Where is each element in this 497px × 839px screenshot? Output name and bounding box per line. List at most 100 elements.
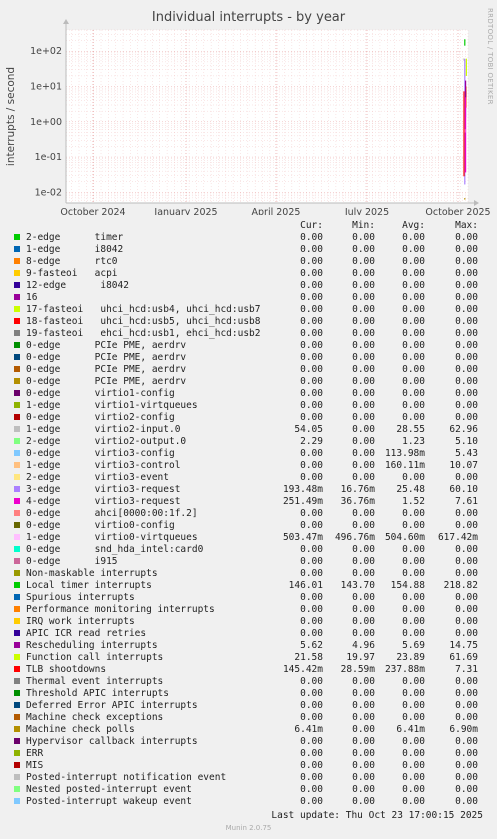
legend-row: 0-edge virtio1-config 0.00 0.00 0.00 0.00 <box>0 388 497 400</box>
legend-series-name: Deferred Error APIC interrupts <box>26 700 198 711</box>
legend-value-max: 0.00 <box>455 784 478 795</box>
legend-series-name: 19-fasteoi ehci_hcd:usb1, ehci_hcd:usb2 <box>26 328 261 339</box>
legend-row: 4-edge virtio3-request 251.49m 36.76m 1.52 7… <box>0 496 497 508</box>
legend-row: 0-edge PCIe PME, aerdrv 0.00 0.00 0.00 0.00 <box>0 340 497 352</box>
legend-value-cur: 0.00 <box>300 760 323 771</box>
legend-value-max: 0.00 <box>455 244 478 255</box>
legend-value-avg: 1.52 <box>402 496 425 507</box>
legend-value-max: 0.00 <box>455 472 478 483</box>
legend-row: 1-edge virtio3-control 0.00 0.00 160.11m 10.… <box>0 460 497 472</box>
x-tick-label: October 2024 <box>60 207 125 215</box>
legend-row: Machine check polls 6.41m 0.00 6.41m 6.90m <box>0 724 497 736</box>
legend-swatch <box>14 570 20 576</box>
legend-value-cur: 0.00 <box>300 616 323 627</box>
legend-value-avg: 0.00 <box>402 352 425 363</box>
legend-series-name: 1-edge virtio3-control <box>26 460 181 471</box>
legend-value-avg: 160.11m <box>384 460 425 471</box>
legend-series-name: 0-edge i915 <box>26 556 118 567</box>
legend-value-avg: 0.00 <box>402 472 425 483</box>
legend-swatch <box>14 498 20 504</box>
legend-value-avg: 0.00 <box>402 604 425 615</box>
legend-series-name: 0-edge snd_hda_intel:card0 <box>26 544 204 555</box>
legend-row: 0-edge virtio2-config 0.00 0.00 0.00 0.00 <box>0 412 497 424</box>
legend-swatch <box>14 354 20 360</box>
legend-swatch <box>14 270 20 276</box>
legend-value-cur: 0.00 <box>300 340 323 351</box>
legend-value-max: 5.43 <box>455 448 478 459</box>
legend-swatch <box>14 546 20 552</box>
legend-value-cur: 251.49m <box>282 496 323 507</box>
legend-swatch <box>14 258 20 264</box>
x-axis-arrow <box>474 200 479 206</box>
legend-swatch <box>14 318 20 324</box>
legend-value-avg: 0.00 <box>402 796 425 807</box>
legend-series-name: Posted-interrupt wakeup event <box>26 796 192 807</box>
last-update: Last update: Thu Oct 23 17:00:15 2025 <box>271 810 483 821</box>
legend-swatch <box>14 378 20 384</box>
legend-series-name: Thermal event interrupts <box>26 676 164 687</box>
x-tick-label: January 2025 <box>153 207 217 215</box>
legend-value-avg: 0.00 <box>402 364 425 375</box>
y-tick-label: 1e+01 <box>30 82 62 93</box>
legend-value-cur: 0.00 <box>300 292 323 303</box>
legend-row: 12-edge i8042 0.00 0.00 0.00 0.00 <box>0 280 497 292</box>
munin-version: Munin 2.0.75 <box>225 824 272 832</box>
legend-series-name: MIS <box>26 760 44 771</box>
legend-value-max: 0.00 <box>455 364 478 375</box>
legend-swatch <box>14 618 20 624</box>
legend-row: 18-fasteoi uhci_hcd:usb5, uhci_hcd:usb8 0… <box>0 316 497 328</box>
legend-series-name: 8-edge rtc0 <box>26 256 118 267</box>
legend-value-cur: 0.00 <box>300 604 323 615</box>
x-tick-label: July 2025 <box>344 207 389 215</box>
legend-series-name: 0-edge virtio3-config <box>26 448 175 459</box>
legend-value-max: 0.00 <box>455 544 478 555</box>
legend-value-max: 0.00 <box>455 412 478 423</box>
legend-value-avg: 0.00 <box>402 256 425 267</box>
legend-value-cur: 0.00 <box>300 388 323 399</box>
legend-value-avg: 0.00 <box>402 520 425 531</box>
legend-row: Function call interrupts 21.58 19.97 23.89 6… <box>0 652 497 664</box>
legend-value-avg: 0.00 <box>402 508 425 519</box>
legend-series-name: 0-edge PCIe PME, aerdrv <box>26 352 187 363</box>
legend-value-max: 0.00 <box>455 760 478 771</box>
legend-value-cur: 5.62 <box>300 640 323 651</box>
legend-value-avg: 0.00 <box>402 544 425 555</box>
legend-value-avg: 1.23 <box>402 436 425 447</box>
legend-swatch <box>14 306 20 312</box>
legend-value-avg: 0.00 <box>402 784 425 795</box>
legend-value-cur: 0.00 <box>300 244 323 255</box>
legend-value-cur: 0.00 <box>300 556 323 567</box>
legend-value-max: 0.00 <box>455 628 478 639</box>
legend-series-name: TLB shootdowns <box>26 664 107 675</box>
legend-series-name: 0-edge PCIe PME, aerdrv <box>26 364 187 375</box>
legend-row: Non-maskable interrupts 0.00 0.00 0.00 0.00 <box>0 568 497 580</box>
legend-row: Rescheduling interrupts 5.62 4.96 5.69 14.75 <box>0 640 497 652</box>
legend-swatch <box>14 630 20 636</box>
legend-value-max: 10.07 <box>449 460 478 471</box>
legend-swatch <box>14 474 20 480</box>
legend-value-cur: 0.00 <box>300 412 323 423</box>
legend-value-max: 0.00 <box>455 400 478 411</box>
legend-row: 2-edge virtio3-event 0.00 0.00 0.00 0.00 <box>0 472 497 484</box>
legend-series-name: 1-edge virtio1-virtqueues <box>26 400 198 411</box>
legend-value-max: 7.61 <box>455 496 478 507</box>
legend-value-avg: 0.00 <box>402 232 425 243</box>
legend-value-avg: 0.00 <box>402 340 425 351</box>
legend-row: Deferred Error APIC interrupts 0.00 0.00 0.… <box>0 700 497 712</box>
legend-value-max: 6.90m <box>449 724 478 735</box>
legend-row: 0-edge PCIe PME, aerdrv 0.00 0.00 0.00 0.00 <box>0 352 497 364</box>
legend-row: 16 0.00 0.00 0.00 0.00 <box>0 292 497 304</box>
legend-row: 1-edge virtio2-input.0 54.05 0.00 28.55 62.9… <box>0 424 497 436</box>
legend-series-name: Nested posted-interrupt event <box>26 784 192 795</box>
legend-row: Thermal event interrupts 0.00 0.00 0.00 0.00 <box>0 676 497 688</box>
legend-value-max: 0.00 <box>455 232 478 243</box>
legend-value-max: 0.00 <box>455 268 478 279</box>
legend-row: 17-fasteoi uhci_hcd:usb4, uhci_hcd:usb7 0… <box>0 304 497 316</box>
legend-value-avg: 0.00 <box>402 400 425 411</box>
legend-value-avg: 237.88m <box>384 664 425 675</box>
legend-swatch <box>14 462 20 468</box>
legend-series-name: Performance monitoring interrupts <box>26 604 215 615</box>
legend-series-name: 0-edge PCIe PME, aerdrv <box>26 376 187 387</box>
legend-swatch <box>14 510 20 516</box>
legend-value-cur: 0.00 <box>300 280 323 291</box>
